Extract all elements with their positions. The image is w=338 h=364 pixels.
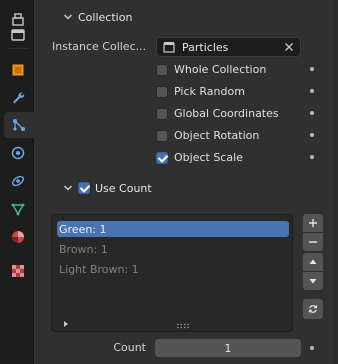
object-rotation-label: Object Rotation — [174, 129, 260, 142]
refresh-icon — [308, 305, 318, 313]
global-coordinates-option[interactable]: Global Coordinates — [156, 107, 279, 120]
particles-icon — [13, 119, 25, 131]
render-icon — [11, 29, 25, 41]
instance-collection-value: Particles — [182, 40, 229, 54]
global-coordinates-label: Global Coordinates — [174, 107, 279, 120]
material-icon — [12, 231, 24, 243]
use-count-panel-header[interactable]: Use Count — [62, 176, 152, 200]
instance-collection-label: Instance Collec... — [52, 40, 147, 53]
use-count-checkbox[interactable] — [78, 182, 90, 194]
minus-icon — [309, 241, 317, 243]
object-rotation-checkbox[interactable] — [156, 129, 168, 142]
object-scale-checkbox[interactable] — [156, 151, 168, 164]
object-scale-label: Object Scale — [174, 151, 243, 164]
constraints-icon — [11, 175, 25, 187]
chevron-down-icon — [62, 182, 74, 194]
tab-render[interactable] — [3, 22, 33, 48]
refresh-button[interactable] — [303, 299, 323, 319]
tab-physics[interactable] — [3, 140, 33, 166]
whole-collection-checkbox[interactable] — [156, 63, 168, 76]
tab-constraints[interactable] — [3, 168, 33, 194]
count-field[interactable]: 1 — [155, 339, 301, 357]
tab-particles[interactable] — [4, 112, 34, 138]
count-value: 1 — [224, 341, 232, 355]
add-item-button[interactable] — [303, 214, 323, 232]
object-data-icon — [11, 203, 25, 216]
animate-property-dot[interactable] — [310, 89, 314, 93]
object-rotation-option[interactable]: Object Rotation — [156, 129, 259, 142]
list-item[interactable]: Brown: 1 — [57, 241, 289, 257]
tab-object[interactable] — [3, 57, 33, 83]
move-down-button[interactable] — [303, 272, 323, 290]
filter-options-expand-icon[interactable] — [62, 318, 70, 327]
global-coordinates-checkbox[interactable] — [156, 107, 168, 120]
tab-texture[interactable] — [3, 258, 33, 284]
list-item[interactable]: Green: 1 — [57, 221, 289, 237]
remove-item-button[interactable] — [303, 233, 323, 251]
panel-scrollbar[interactable] — [334, 0, 338, 364]
animate-property-dot[interactable] — [310, 67, 314, 71]
pick-random-option[interactable]: Pick Random — [156, 85, 245, 98]
animate-property-dot[interactable] — [310, 111, 314, 115]
tab-material[interactable] — [3, 224, 33, 250]
pick-random-checkbox[interactable] — [156, 85, 168, 98]
object-icon — [12, 64, 24, 76]
object-scale-option[interactable]: Object Scale — [156, 151, 243, 164]
plus-icon — [309, 219, 317, 227]
modifier-wrench-icon — [13, 92, 25, 104]
physics-icon — [11, 146, 25, 160]
properties-tab-strip — [0, 0, 34, 364]
whole-collection-label: Whole Collection — [174, 63, 267, 76]
animate-property-dot[interactable] — [310, 155, 314, 159]
properties-panel: Collection Instance Collec... Particles … — [38, 0, 338, 364]
tab-object-data[interactable] — [3, 196, 33, 222]
whole-collection-option[interactable]: Whole Collection — [156, 63, 266, 76]
animate-property-dot[interactable] — [310, 133, 314, 137]
chevron-down-icon — [62, 11, 74, 23]
weight-list[interactable]: Green: 1 Brown: 1 Light Brown: 1 — [51, 214, 293, 332]
list-item[interactable]: Light Brown: 1 — [57, 261, 289, 277]
triangle-up-icon — [309, 259, 317, 264]
collection-panel-title: Collection — [78, 10, 133, 24]
move-up-button[interactable] — [303, 253, 323, 271]
tab-separator — [8, 48, 28, 49]
use-count-panel-title: Use Count — [95, 181, 152, 195]
instance-collection-field[interactable]: Particles — [156, 37, 301, 57]
texture-icon — [12, 265, 24, 277]
tab-modifiers[interactable] — [3, 85, 33, 111]
triangle-down-icon — [309, 279, 317, 284]
resize-grip-icon[interactable] — [176, 319, 190, 329]
animate-property-dot[interactable] — [310, 346, 314, 350]
count-label: Count — [113, 341, 146, 354]
clear-field-icon[interactable] — [284, 42, 294, 52]
collection-icon — [163, 41, 175, 53]
pick-random-label: Pick Random — [174, 85, 245, 98]
collection-panel-header[interactable]: Collection — [62, 5, 132, 29]
